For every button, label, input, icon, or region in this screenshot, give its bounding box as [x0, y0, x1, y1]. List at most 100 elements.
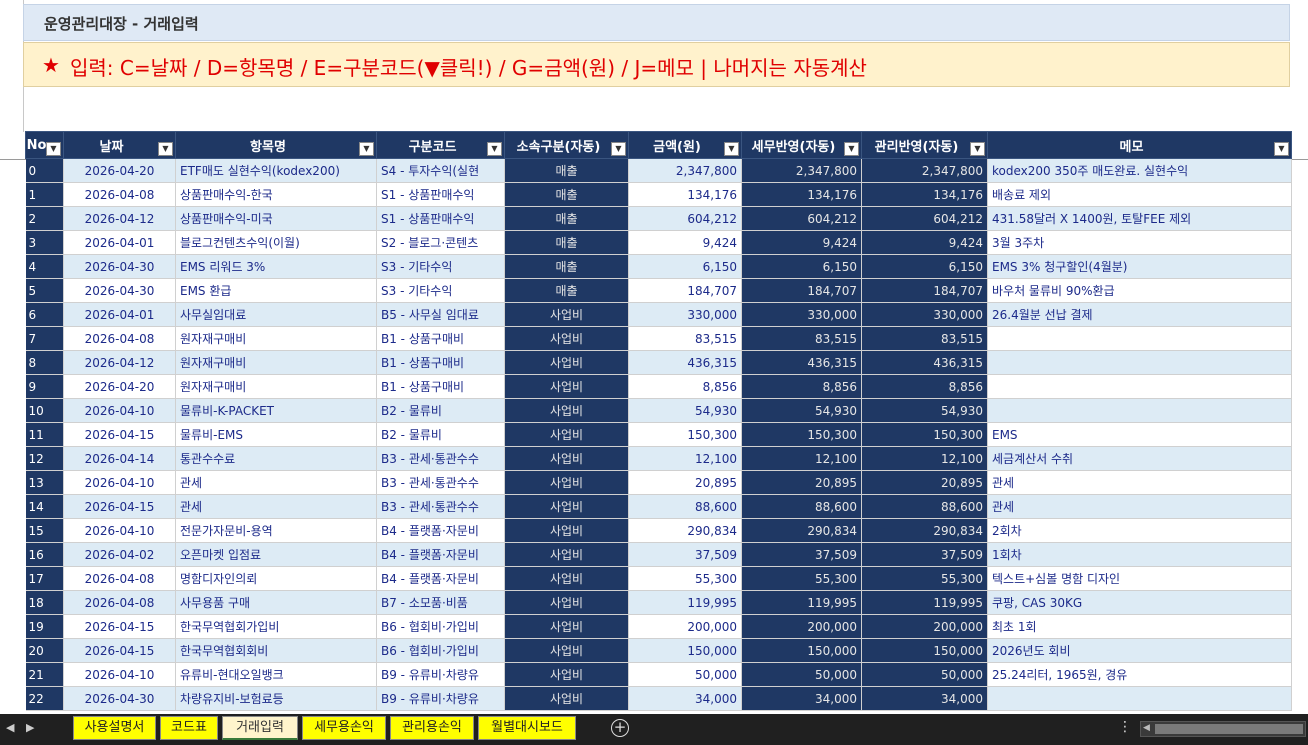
item-name-cell[interactable]: 물류비-EMS	[175, 422, 377, 447]
date-cell[interactable]: 2026-04-30	[63, 278, 176, 303]
amount-cell[interactable]: 37,509	[628, 542, 742, 567]
item-name-cell[interactable]: 통관수수료	[175, 446, 377, 471]
memo-cell[interactable]: 관세	[987, 470, 1292, 495]
category-code-cell[interactable]: S4 - 투자수익(실현	[376, 158, 505, 183]
item-name-cell[interactable]: 원자재구매비	[175, 350, 377, 375]
tab-tax-pnl[interactable]: 세무용손익	[302, 716, 386, 740]
scrollbar-thumb[interactable]	[1155, 724, 1303, 734]
column-header[interactable]: 날짜 ▼	[63, 131, 176, 159]
management-amount-cell[interactable]: 200,000	[861, 614, 988, 639]
tax-amount-cell[interactable]: 34,000	[741, 686, 862, 711]
management-amount-cell[interactable]: 134,176	[861, 182, 988, 207]
column-header[interactable]: 구분코드 ▼	[376, 131, 505, 159]
category-code-cell[interactable]: S3 - 기타수익	[376, 254, 505, 279]
memo-cell[interactable]	[987, 686, 1292, 711]
category-code-cell[interactable]: S1 - 상품판매수익	[376, 182, 505, 207]
management-amount-cell[interactable]: 119,995	[861, 590, 988, 615]
category-auto-cell[interactable]: 매출	[504, 182, 629, 207]
management-amount-cell[interactable]: 9,424	[861, 230, 988, 255]
memo-cell[interactable]: kodex200 350주 매도완료. 실현수익	[987, 158, 1292, 183]
category-code-cell[interactable]: S3 - 기타수익	[376, 278, 505, 303]
tax-amount-cell[interactable]: 604,212	[741, 206, 862, 231]
date-cell[interactable]: 2026-04-08	[63, 182, 176, 207]
memo-cell[interactable]: 텍스트+심볼 명함 디자인	[987, 566, 1292, 591]
item-name-cell[interactable]: ETF매도 실현수익(kodex200)	[175, 158, 377, 183]
date-cell[interactable]: 2026-04-01	[63, 230, 176, 255]
category-auto-cell[interactable]: 사업비	[504, 614, 629, 639]
memo-cell[interactable]: 3월 3주차	[987, 230, 1292, 255]
memo-cell[interactable]: 2026년도 회비	[987, 638, 1292, 663]
category-code-cell[interactable]: B3 - 관세·통관수수	[376, 470, 505, 495]
memo-cell[interactable]: 최초 1회	[987, 614, 1292, 639]
row-number-cell[interactable]: 6	[25, 302, 64, 327]
date-cell[interactable]: 2026-04-10	[63, 518, 176, 543]
tax-amount-cell[interactable]: 88,600	[741, 494, 862, 519]
amount-cell[interactable]: 290,834	[628, 518, 742, 543]
category-auto-cell[interactable]: 매출	[504, 206, 629, 231]
tax-amount-cell[interactable]: 83,515	[741, 326, 862, 351]
tab-transaction-input[interactable]: 거래입력	[222, 716, 298, 740]
tab-monthly-dashboard[interactable]: 월별대시보드	[478, 716, 576, 740]
filter-dropdown-icon[interactable]: ▼	[611, 142, 626, 156]
row-number-cell[interactable]: 22	[25, 686, 64, 711]
item-name-cell[interactable]: 상품판매수익-한국	[175, 182, 377, 207]
tax-amount-cell[interactable]: 50,000	[741, 662, 862, 687]
category-code-cell[interactable]: B3 - 관세·통관수수	[376, 446, 505, 471]
management-amount-cell[interactable]: 6,150	[861, 254, 988, 279]
item-name-cell[interactable]: 명함디자인의뢰	[175, 566, 377, 591]
item-name-cell[interactable]: 사무용품 구매	[175, 590, 377, 615]
category-auto-cell[interactable]: 사업비	[504, 422, 629, 447]
tax-amount-cell[interactable]: 2,347,800	[741, 158, 862, 183]
management-amount-cell[interactable]: 83,515	[861, 326, 988, 351]
category-auto-cell[interactable]: 사업비	[504, 350, 629, 375]
more-options-icon[interactable]: ⋮	[1118, 719, 1132, 735]
management-amount-cell[interactable]: 37,509	[861, 542, 988, 567]
category-code-cell[interactable]: B1 - 상품구매비	[376, 374, 505, 399]
category-code-cell[interactable]: B4 - 플랫폼·자문비	[376, 542, 505, 567]
date-cell[interactable]: 2026-04-14	[63, 446, 176, 471]
item-name-cell[interactable]: 상품판매수익-미국	[175, 206, 377, 231]
column-header[interactable]: 소속구분(자동) ▼	[504, 131, 629, 159]
category-auto-cell[interactable]: 사업비	[504, 566, 629, 591]
row-number-cell[interactable]: 17	[25, 566, 64, 591]
category-code-cell[interactable]: S1 - 상품판매수익	[376, 206, 505, 231]
amount-cell[interactable]: 330,000	[628, 302, 742, 327]
tax-amount-cell[interactable]: 9,424	[741, 230, 862, 255]
filter-dropdown-icon[interactable]: ▼	[359, 142, 374, 156]
memo-cell[interactable]	[987, 350, 1292, 375]
memo-cell[interactable]: 바우처 물류비 90%환급	[987, 278, 1292, 303]
management-amount-cell[interactable]: 150,000	[861, 638, 988, 663]
management-amount-cell[interactable]: 330,000	[861, 302, 988, 327]
category-auto-cell[interactable]: 사업비	[504, 446, 629, 471]
date-cell[interactable]: 2026-04-01	[63, 302, 176, 327]
category-auto-cell[interactable]: 사업비	[504, 662, 629, 687]
item-name-cell[interactable]: 사무실임대료	[175, 302, 377, 327]
category-auto-cell[interactable]: 사업비	[504, 470, 629, 495]
category-auto-cell[interactable]: 매출	[504, 278, 629, 303]
management-amount-cell[interactable]: 8,856	[861, 374, 988, 399]
row-number-cell[interactable]: 18	[25, 590, 64, 615]
filter-dropdown-icon[interactable]: ▼	[46, 142, 61, 156]
tax-amount-cell[interactable]: 200,000	[741, 614, 862, 639]
amount-cell[interactable]: 54,930	[628, 398, 742, 423]
memo-cell[interactable]: 관세	[987, 494, 1292, 519]
amount-cell[interactable]: 150,000	[628, 638, 742, 663]
management-amount-cell[interactable]: 290,834	[861, 518, 988, 543]
memo-cell[interactable]	[987, 398, 1292, 423]
row-number-cell[interactable]: 9	[25, 374, 64, 399]
filter-dropdown-icon[interactable]: ▼	[487, 142, 502, 156]
tax-amount-cell[interactable]: 184,707	[741, 278, 862, 303]
category-auto-cell[interactable]: 사업비	[504, 518, 629, 543]
row-number-cell[interactable]: 21	[25, 662, 64, 687]
category-auto-cell[interactable]: 사업비	[504, 542, 629, 567]
item-name-cell[interactable]: 관세	[175, 470, 377, 495]
memo-cell[interactable]: 2회차	[987, 518, 1292, 543]
tax-amount-cell[interactable]: 119,995	[741, 590, 862, 615]
memo-cell[interactable]	[987, 374, 1292, 399]
category-code-cell[interactable]: B1 - 상품구매비	[376, 350, 505, 375]
column-header[interactable]: 관리반영(자동) ▼	[861, 131, 988, 159]
tax-amount-cell[interactable]: 20,895	[741, 470, 862, 495]
category-auto-cell[interactable]: 사업비	[504, 374, 629, 399]
category-auto-cell[interactable]: 사업비	[504, 686, 629, 711]
prev-sheet-icon[interactable]: ◀	[6, 721, 14, 734]
